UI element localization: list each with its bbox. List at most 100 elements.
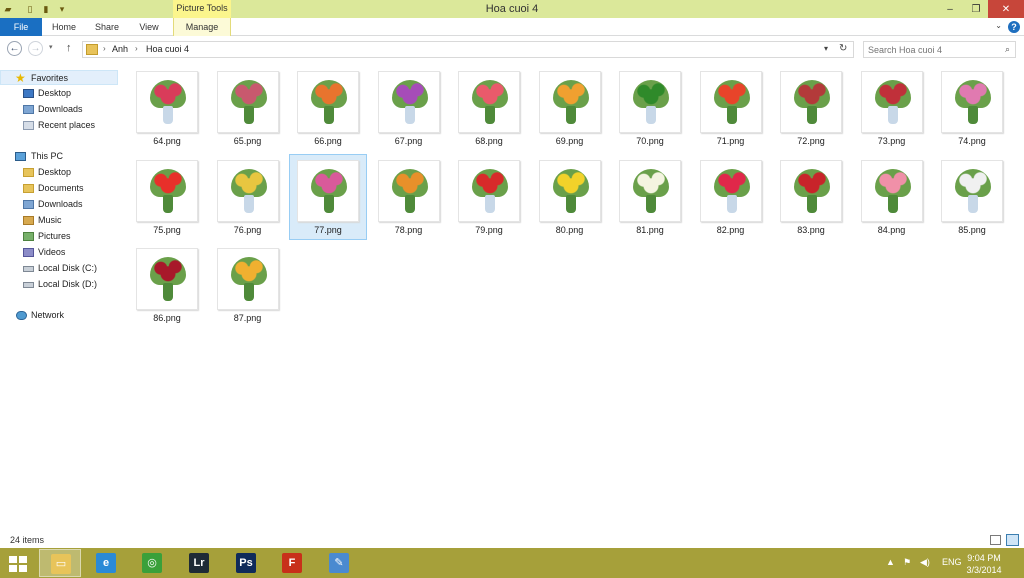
- file-tile[interactable]: 69.png: [531, 65, 609, 151]
- restore-button[interactable]: ❐: [964, 0, 988, 18]
- taskbar-photoshop-button[interactable]: Ps: [225, 549, 267, 577]
- file-tile[interactable]: 83.png: [772, 154, 850, 240]
- search-input[interactable]: [868, 43, 998, 56]
- breadcrumb-separator-icon[interactable]: ›: [135, 44, 138, 53]
- window-title: Hoa cuoi 4: [485, 3, 539, 15]
- image-thumbnail: [216, 159, 279, 222]
- search-box[interactable]: ⌕: [863, 41, 1016, 58]
- nav-item-pictures[interactable]: Pictures: [0, 229, 118, 244]
- paint-icon: ✎: [329, 553, 349, 573]
- file-tile[interactable]: 73.png: [853, 65, 931, 151]
- breadcrumb-separator-icon[interactable]: ›: [103, 44, 106, 53]
- close-button[interactable]: ✕: [988, 0, 1024, 18]
- breadcrumb-anh[interactable]: Anh: [112, 44, 128, 54]
- action-center-icon[interactable]: ⚑: [903, 557, 911, 568]
- show-hidden-icons-icon[interactable]: ▲: [886, 557, 895, 567]
- taskbar-paint-button[interactable]: ✎: [318, 549, 360, 577]
- breadcrumb-hoa-cuoi-4[interactable]: Hoa cuoi 4: [146, 44, 189, 54]
- pictures-folder-icon: [23, 232, 34, 241]
- nav-item-documents[interactable]: Documents: [0, 181, 118, 196]
- file-tile[interactable]: 81.png: [611, 154, 689, 240]
- file-tile[interactable]: 70.png: [611, 65, 689, 151]
- flower-bouquet-image: [230, 80, 267, 108]
- file-tile[interactable]: 82.png: [692, 154, 770, 240]
- search-icon[interactable]: ⌕: [1005, 44, 1010, 55]
- bouquet-stem: [243, 106, 254, 124]
- file-tile[interactable]: 77.png: [289, 153, 367, 240]
- tab-share[interactable]: Share: [90, 18, 124, 36]
- image-thumbnail: [860, 159, 923, 222]
- taskbar-browser-green-button[interactable]: ◎: [131, 549, 173, 577]
- file-tile[interactable]: 68.png: [450, 65, 528, 151]
- browser-green-icon: ◎: [142, 553, 162, 573]
- nav-item-local-disk-d[interactable]: Local Disk (D:): [0, 277, 118, 292]
- taskbar-flash-button[interactable]: F: [271, 549, 313, 577]
- file-tile[interactable]: 74.png: [933, 65, 1011, 151]
- clock-date[interactable]: 3/3/2014: [960, 565, 1008, 575]
- file-tile[interactable]: 76.png: [209, 154, 287, 240]
- flower-bouquet-image: [150, 80, 186, 108]
- taskbar-file-explorer-button[interactable]: ▭: [39, 549, 81, 577]
- back-arrow-icon[interactable]: ←: [7, 41, 22, 56]
- tab-view[interactable]: View: [134, 18, 164, 36]
- flower-bouquet-image: [150, 168, 186, 197]
- file-tile[interactable]: 87.png: [209, 242, 287, 328]
- file-tile[interactable]: 71.png: [692, 65, 770, 151]
- file-tile[interactable]: 75.png: [128, 154, 206, 240]
- file-tile[interactable]: 80.png: [531, 154, 609, 240]
- file-tile[interactable]: 67.png: [370, 65, 448, 151]
- nav-item-local-disk-c[interactable]: Local Disk (C:): [0, 261, 118, 276]
- volume-icon[interactable]: ◀): [920, 557, 930, 568]
- minimize-button[interactable]: –: [938, 0, 962, 18]
- file-tile[interactable]: 85.png: [933, 154, 1011, 240]
- nav-item-recent-places[interactable]: Recent places: [0, 118, 118, 133]
- file-name: 65.png: [233, 136, 262, 146]
- taskbar-lightroom-button[interactable]: Lr: [178, 549, 220, 577]
- bouquet-stem: [485, 106, 495, 124]
- nav-favorites[interactable]: ★ Favorites: [0, 70, 118, 85]
- refresh-icon[interactable]: ↻: [839, 43, 847, 54]
- large-icons-view-icon[interactable]: [1006, 534, 1019, 546]
- windows-start-icon[interactable]: [9, 556, 27, 572]
- file-name: 78.png: [394, 224, 423, 235]
- file-tile[interactable]: 65.png: [209, 65, 287, 151]
- file-tile[interactable]: 66.png: [289, 65, 367, 151]
- nav-item-favorites-desktop[interactable]: Desktop: [0, 86, 118, 101]
- language-indicator[interactable]: ENG: [942, 557, 962, 567]
- tab-file[interactable]: File: [0, 18, 42, 36]
- nav-item-label: Videos: [38, 247, 66, 257]
- nav-item-pc-desktop[interactable]: Desktop: [0, 165, 118, 180]
- drive-icon: [23, 266, 34, 272]
- details-view-icon[interactable]: [990, 535, 1001, 545]
- nav-item-pc-downloads[interactable]: Downloads: [0, 197, 118, 212]
- help-icon[interactable]: ?: [1008, 21, 1020, 33]
- nav-this-pc[interactable]: This PC: [0, 149, 118, 164]
- file-tile[interactable]: 72.png: [772, 65, 850, 151]
- expand-ribbon-icon[interactable]: ⌄: [995, 21, 1002, 30]
- image-thumbnail: [377, 159, 440, 222]
- nav-item-music[interactable]: Music: [0, 213, 118, 228]
- address-dropdown-chevron-icon[interactable]: ▾: [824, 44, 828, 53]
- forward-arrow-icon[interactable]: →: [28, 41, 43, 56]
- image-thumbnail: [941, 159, 1003, 222]
- flower-bouquet-image: [472, 80, 508, 108]
- image-thumbnail: [136, 248, 198, 310]
- file-tile[interactable]: 84.png: [853, 154, 931, 240]
- address-bar[interactable]: › Anh › Hoa cuoi 4 ▾ ↻: [82, 41, 854, 58]
- recent-locations-chevron-icon[interactable]: ▾: [49, 43, 53, 51]
- file-explorer-icon: ▭: [51, 554, 71, 574]
- file-tile[interactable]: 78.png: [370, 154, 448, 240]
- tab-home[interactable]: Home: [48, 18, 80, 36]
- file-tile[interactable]: 64.png: [128, 65, 206, 151]
- up-arrow-icon[interactable]: ↑: [66, 42, 72, 54]
- nav-item-videos[interactable]: Videos: [0, 245, 118, 260]
- file-tile[interactable]: 79.png: [450, 154, 528, 240]
- clock-time[interactable]: 9:04 PM: [960, 553, 1008, 563]
- nav-item-favorites-downloads[interactable]: Downloads: [0, 102, 118, 117]
- tab-manage[interactable]: Manage: [173, 18, 231, 36]
- videos-folder-icon: [23, 248, 34, 257]
- bouquet-stem: [163, 106, 173, 124]
- nav-network[interactable]: Network: [0, 308, 118, 323]
- file-tile[interactable]: 86.png: [128, 242, 206, 328]
- taskbar-internet-explorer-button[interactable]: e: [85, 549, 127, 577]
